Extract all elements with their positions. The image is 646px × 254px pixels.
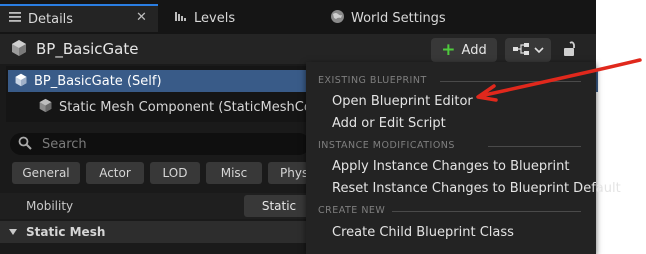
search-box[interactable] <box>10 133 310 155</box>
filter-physics[interactable]: Phys <box>268 162 308 184</box>
levels-icon <box>174 9 188 27</box>
annotation-arrow <box>476 58 642 102</box>
menu-section-create-new: CREATE NEW <box>318 205 386 216</box>
plus-icon: + <box>441 39 456 60</box>
tab-levels-label: Levels <box>194 10 236 26</box>
globe-icon <box>330 9 345 28</box>
tab-world-settings-label: World Settings <box>351 10 446 26</box>
mobility-label: Mobility <box>26 199 74 213</box>
menu-item-apply-instance-changes[interactable]: Apply Instance Changes to Blueprint <box>332 159 569 174</box>
tree-row-self-label: BP_BasicGate (Self) <box>34 73 162 89</box>
static-mesh-icon <box>38 98 53 116</box>
filter-lod[interactable]: LOD <box>150 162 200 184</box>
tab-details[interactable]: Details <box>0 4 158 32</box>
filter-misc[interactable]: Misc <box>206 162 262 184</box>
menu-item-open-blueprint-editor[interactable]: Open Blueprint Editor <box>332 94 473 109</box>
close-icon[interactable]: ✕ <box>136 10 147 25</box>
menu-divider <box>488 146 581 147</box>
menu-item-reset-instance-changes[interactable]: Reset Instance Changes to Blueprint Defa… <box>332 181 621 196</box>
filter-actor[interactable]: Actor <box>86 162 144 184</box>
menu-divider <box>392 211 581 212</box>
tree-row-mesh-label: Static Mesh Component (StaticMeshCompo <box>59 99 341 115</box>
search-icon <box>18 136 32 153</box>
section-static-mesh-label: Static Mesh <box>26 225 106 239</box>
search-input[interactable] <box>40 135 284 153</box>
details-icon <box>8 10 22 28</box>
menu-section-existing: EXISTING BLUEPRINT <box>318 75 427 86</box>
page-title: BP_BasicGate <box>36 40 139 58</box>
tab-world-settings[interactable]: World Settings <box>322 4 472 32</box>
tab-levels[interactable]: Levels <box>166 4 276 32</box>
tab-details-label: Details <box>28 11 74 27</box>
tree-row-static-mesh[interactable]: Static Mesh Component (StaticMeshCompo <box>38 96 341 118</box>
blueprint-cube-icon <box>14 73 28 90</box>
menu-item-add-edit-script[interactable]: Add or Edit Script <box>332 116 446 131</box>
menu-item-create-child-blueprint[interactable]: Create Child Blueprint Class <box>332 225 514 240</box>
menu-section-instance: INSTANCE MODIFICATIONS <box>318 140 455 151</box>
filter-general[interactable]: General <box>12 162 80 184</box>
collapse-triangle-icon <box>8 225 18 239</box>
mobility-static-button[interactable]: Static <box>244 195 314 217</box>
blueprint-cube-icon <box>10 39 30 59</box>
